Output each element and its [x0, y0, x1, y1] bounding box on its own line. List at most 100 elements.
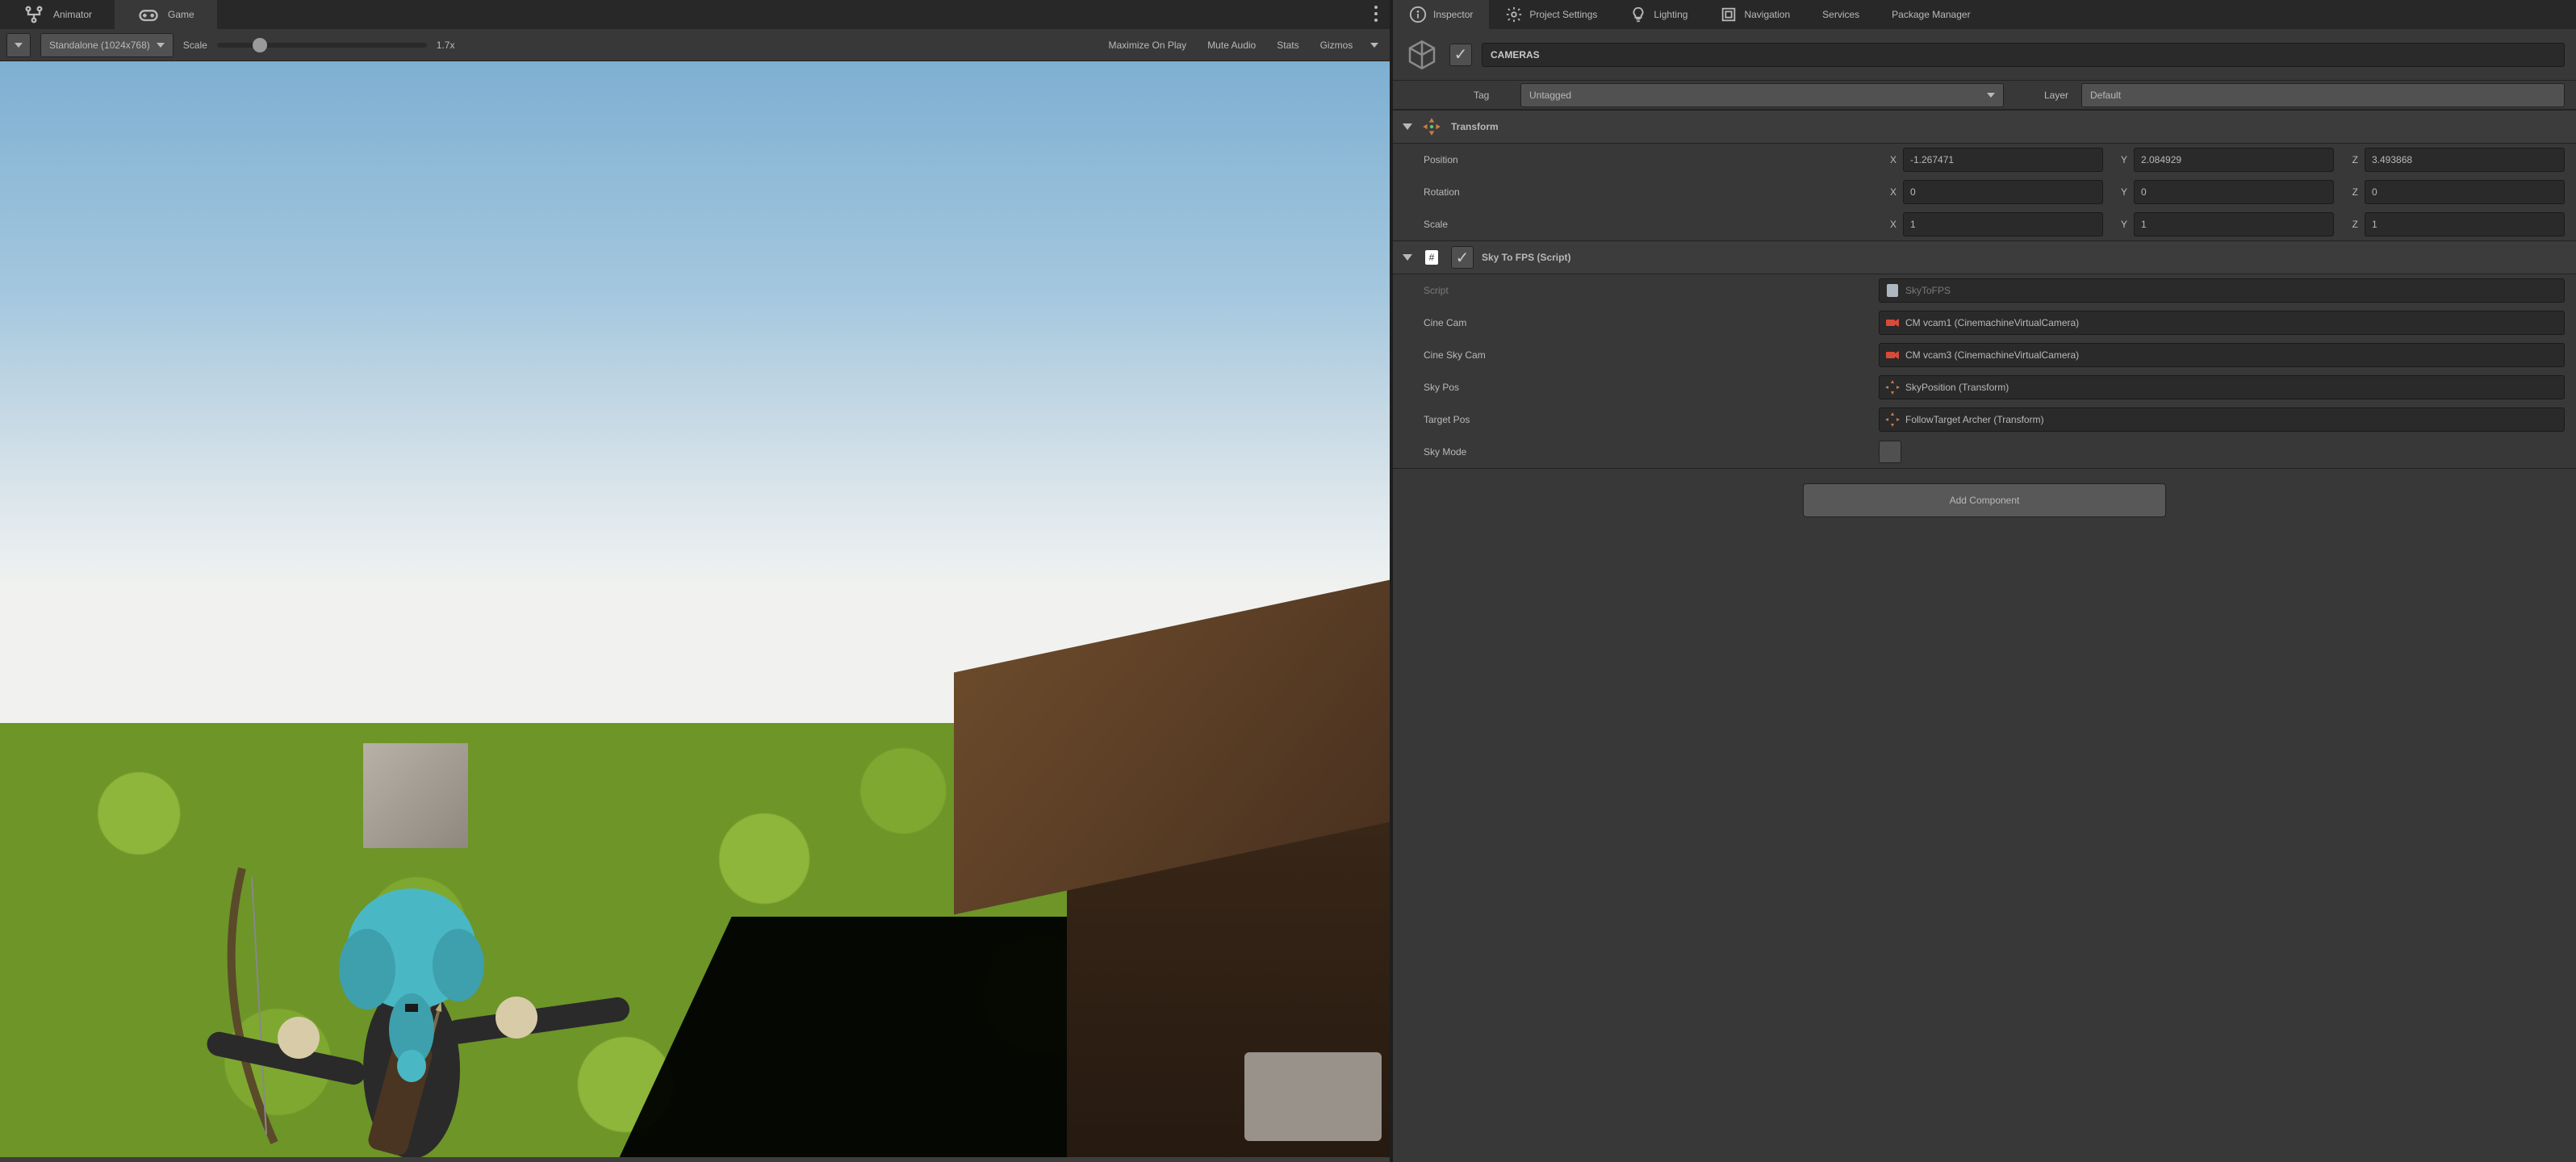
- position-x-field[interactable]: -1.267471: [1903, 148, 2103, 172]
- tab-project-settings[interactable]: Project Settings: [1489, 0, 1613, 29]
- skytofps-header[interactable]: # Sky To FPS (Script): [1393, 240, 2576, 274]
- cineskycam-field[interactable]: CM vcam3 (CinemachineVirtualCamera): [1879, 343, 2565, 367]
- camera-icon: [1884, 315, 1901, 331]
- resolution-dropdown[interactable]: Standalone (1024x768): [40, 33, 174, 57]
- rotation-z-field[interactable]: 0: [2365, 180, 2565, 204]
- y-label[interactable]: Y: [2110, 219, 2127, 230]
- skymode-checkbox[interactable]: [1879, 441, 1901, 463]
- svg-text:#: #: [1429, 252, 1435, 263]
- rotation-y-field[interactable]: 0: [2134, 180, 2334, 204]
- display-dropdown[interactable]: [6, 33, 31, 57]
- tag-layer-row: Tag Untagged Layer Default: [1393, 81, 2576, 110]
- y-label[interactable]: Y: [2110, 186, 2127, 198]
- add-component-button[interactable]: Add Component: [1803, 483, 2166, 517]
- tab-lighting-label: Lighting: [1654, 9, 1687, 20]
- scale-x-field[interactable]: 1: [1903, 212, 2103, 236]
- gameobject-icon[interactable]: [1404, 37, 1440, 73]
- tab-lighting[interactable]: Lighting: [1613, 0, 1704, 29]
- chevron-down-icon[interactable]: [1370, 43, 1378, 48]
- targetpos-value: FollowTarget Archer (Transform): [1905, 414, 2044, 425]
- foldout-icon[interactable]: [1403, 123, 1412, 130]
- tab-animator-label: Animator: [53, 9, 92, 20]
- position-z-field[interactable]: 3.493868: [2365, 148, 2565, 172]
- z-label[interactable]: Z: [2340, 186, 2358, 198]
- layer-label: Layer: [2010, 90, 2075, 101]
- tag-value: Untagged: [1529, 90, 1571, 101]
- skypos-field[interactable]: SkyPosition (Transform): [1879, 375, 2565, 399]
- position-row: Position X -1.267471 Y 2.084929 Z 3.4938…: [1393, 144, 2576, 176]
- skymode-row: Sky Mode: [1393, 436, 2576, 468]
- game-panel: Animator Game Standalone (1024x768) Scal…: [0, 0, 1390, 1162]
- script-row: Script SkyToFPS: [1393, 274, 2576, 307]
- game-render[interactable]: [0, 61, 1390, 1157]
- foldout-icon[interactable]: [1403, 254, 1412, 261]
- targetpos-label: Target Pos: [1404, 414, 1872, 425]
- tab-animator[interactable]: Animator: [0, 0, 115, 29]
- cineskycam-value: CM vcam3 (CinemachineVirtualCamera): [1905, 349, 2079, 361]
- y-label[interactable]: Y: [2110, 154, 2127, 165]
- scale-z-field[interactable]: 1: [2365, 212, 2565, 236]
- transform-header[interactable]: Transform: [1393, 110, 2576, 144]
- skytofps-enabled-checkbox[interactable]: [1451, 246, 1474, 269]
- tab-navigation[interactable]: Navigation: [1704, 0, 1806, 29]
- script-file-icon: [1884, 282, 1901, 299]
- cinecam-label: Cine Cam: [1404, 317, 1872, 328]
- game-viewport: [0, 61, 1390, 1162]
- chevron-down-icon: [1987, 93, 1995, 98]
- tag-dropdown[interactable]: Untagged: [1520, 83, 2004, 107]
- camera-icon: [1884, 347, 1901, 363]
- cinecam-field[interactable]: CM vcam1 (CinemachineVirtualCamera): [1879, 311, 2565, 335]
- gameobject-name-field[interactable]: CAMERAS: [1482, 43, 2565, 67]
- tab-package-manager[interactable]: Package Manager: [1876, 0, 1986, 29]
- chevron-down-icon: [157, 43, 165, 48]
- game-tabs-bar: Animator Game: [0, 0, 1390, 29]
- tab-services[interactable]: Services: [1806, 0, 1876, 29]
- x-label[interactable]: X: [1879, 154, 1896, 165]
- transform-icon: [1420, 115, 1443, 138]
- stats-toggle[interactable]: Stats: [1269, 36, 1307, 54]
- rotation-x-field[interactable]: 0: [1903, 180, 2103, 204]
- gear-icon: [1505, 6, 1523, 23]
- animator-icon: [23, 3, 45, 26]
- tab-game[interactable]: Game: [115, 0, 217, 29]
- gameobject-header: CAMERAS: [1393, 29, 2576, 81]
- scale-thumb[interactable]: [253, 38, 267, 52]
- mute-audio-toggle[interactable]: Mute Audio: [1199, 36, 1264, 54]
- maximize-on-play-toggle[interactable]: Maximize On Play: [1100, 36, 1194, 54]
- game-icon: [137, 3, 160, 26]
- tab-inspector-label: Inspector: [1433, 9, 1473, 20]
- scale-y-field[interactable]: 1: [2134, 212, 2334, 236]
- gameobject-active-checkbox[interactable]: [1449, 44, 1472, 66]
- tab-inspector[interactable]: Inspector: [1393, 0, 1489, 29]
- chevron-down-icon: [15, 43, 23, 48]
- z-label[interactable]: Z: [2340, 154, 2358, 165]
- cineskycam-label: Cine Sky Cam: [1404, 349, 1872, 361]
- scale-value: 1.7x: [437, 40, 455, 51]
- script-value: SkyToFPS: [1905, 285, 1951, 296]
- targetpos-row: Target Pos FollowTarget Archer (Transfor…: [1393, 403, 2576, 436]
- gizmos-toggle[interactable]: Gizmos: [1312, 36, 1361, 54]
- cube-icon: [1406, 39, 1438, 71]
- x-label[interactable]: X: [1879, 186, 1896, 198]
- transform-ref-icon: [1884, 412, 1901, 428]
- scale-label: Scale: [183, 40, 207, 51]
- tab-package-manager-label: Package Manager: [1892, 9, 1970, 20]
- skymode-label: Sky Mode: [1404, 446, 1872, 458]
- tab-menu-button[interactable]: [1362, 5, 1390, 25]
- transform-ref-icon: [1884, 379, 1901, 395]
- targetpos-field[interactable]: FollowTarget Archer (Transform): [1879, 408, 2565, 432]
- scale-slider[interactable]: [217, 43, 427, 48]
- game-toolbar: Standalone (1024x768) Scale 1.7x Maximiz…: [0, 29, 1390, 61]
- cinecam-row: Cine Cam CM vcam1 (CinemachineVirtualCam…: [1393, 307, 2576, 339]
- z-label[interactable]: Z: [2340, 219, 2358, 230]
- placeholder-cube: [363, 743, 468, 848]
- inspector-tabs-bar: Inspector Project Settings Lighting Navi…: [1393, 0, 2576, 29]
- layer-dropdown[interactable]: Default: [2081, 83, 2565, 107]
- lightbulb-icon: [1629, 6, 1647, 23]
- tag-label: Tag: [1474, 90, 1514, 101]
- tab-navigation-label: Navigation: [1744, 9, 1790, 20]
- x-label[interactable]: X: [1879, 219, 1896, 230]
- cinecam-value: CM vcam1 (CinemachineVirtualCamera): [1905, 317, 2079, 328]
- position-y-field[interactable]: 2.084929: [2134, 148, 2334, 172]
- add-component-row: Add Component: [1393, 469, 2576, 532]
